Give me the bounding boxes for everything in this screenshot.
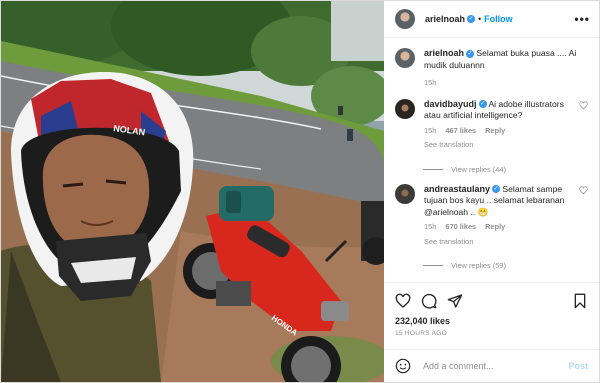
commenter-avatar[interactable] (395, 183, 415, 204)
view-replies-button[interactable]: View replies (59) (423, 261, 588, 270)
share-icon[interactable] (447, 293, 463, 309)
view-replies-label: View replies (59) (451, 261, 506, 270)
comment-like-heart-icon[interactable] (579, 100, 588, 110)
verified-badge-icon: ✓ (478, 100, 487, 109)
see-translation-link[interactable]: See translation (424, 139, 570, 151)
author-username[interactable]: arielnoah (425, 14, 465, 24)
caption-time: 15h (424, 78, 437, 87)
commenter-username[interactable]: davidbayudj (424, 99, 477, 109)
caption-avatar[interactable] (395, 48, 415, 68)
reply-button[interactable]: Reply (485, 221, 505, 233)
add-comment-bar: Post (384, 349, 599, 382)
emoji-icon[interactable] (395, 358, 411, 374)
caption: arielnoah ✓ Selamat buka puasa .... Ai mu… (395, 48, 588, 89)
action-bar: 232,040 likes 15 HOURS AGO (384, 282, 599, 337)
more-horizontal-icon[interactable]: ••• (574, 12, 590, 26)
verified-badge-icon: ✓ (467, 15, 476, 23)
follow-button[interactable]: Follow (484, 14, 513, 24)
comment-icon[interactable] (421, 293, 437, 309)
author-avatar[interactable] (395, 9, 415, 29)
bookmark-icon[interactable] (572, 293, 588, 309)
post-timestamp: 15 HOURS AGO (395, 330, 448, 337)
comment-like-heart-icon[interactable] (579, 185, 588, 195)
see-translation-link[interactable]: See translation (424, 236, 570, 248)
comment-item: andreastaulany ✓ Selamat sampe tujuan bos… (395, 183, 588, 248)
post-photo[interactable]: HONDA NOLAN (1, 1, 384, 382)
post-button[interactable]: Post (568, 361, 588, 371)
commenter-avatar[interactable] (395, 98, 415, 119)
comment-item: davidbayudj ✓ Ai adobe illustrators atau … (395, 98, 588, 151)
post-header: arielnoah ✓ • Follow ••• (384, 1, 599, 38)
comment-likes[interactable]: 467 likes (445, 125, 476, 137)
reply-button[interactable]: Reply (485, 125, 505, 137)
verified-badge-icon: ✓ (466, 49, 475, 58)
comments-list: arielnoah ✓ Selamat buka puasa .... Ai mu… (384, 38, 599, 282)
view-replies-label: View replies (44) (451, 164, 506, 174)
separator-dot: • (478, 14, 482, 24)
comment-likes[interactable]: 670 likes (445, 221, 476, 233)
commenter-username[interactable]: andreastaulany (424, 184, 490, 194)
likes-count[interactable]: 232,040 likes (395, 316, 588, 326)
comment-time: 15h (424, 125, 437, 135)
view-replies-line (423, 265, 443, 266)
post-panel: arielnoah ✓ • Follow ••• arielnoah ✓ Sela… (384, 1, 599, 382)
heart-icon[interactable] (395, 293, 411, 309)
comment-input[interactable] (421, 360, 559, 372)
verified-badge-icon: ✓ (492, 185, 501, 194)
comment-time: 15h (424, 222, 437, 231)
view-replies-button[interactable]: View replies (44) (423, 165, 588, 174)
selfie-motorcycle-image: HONDA NOLAN (1, 1, 384, 382)
post-modal: HONDA NOLAN arielnoah ✓ • Follow ••• ari… (0, 0, 600, 383)
caption-username[interactable]: arielnoah (424, 48, 464, 58)
view-replies-line (423, 168, 443, 170)
